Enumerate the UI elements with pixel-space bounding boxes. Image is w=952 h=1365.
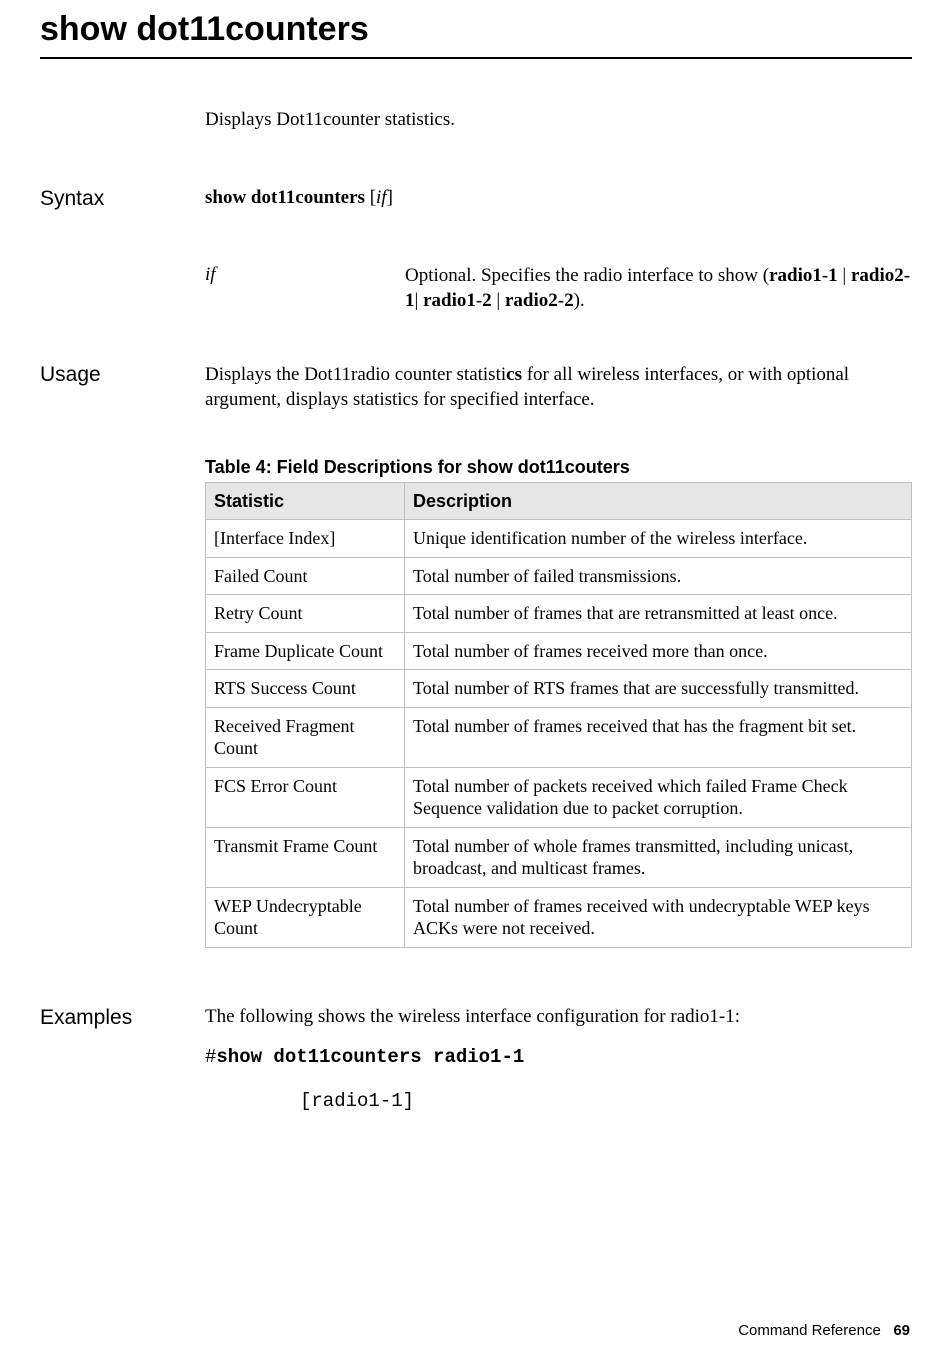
table-row: Transmit Frame CountTotal number of whol… (206, 827, 912, 887)
table-row: RTS Success CountTotal number of RTS fra… (206, 670, 912, 708)
usage-body: Displays the Dot11radio counter statisti… (205, 363, 912, 412)
table-row: FCS Error CountTotal number of packets r… (206, 767, 912, 827)
param-desc: Optional. Specifies the radio interface … (405, 264, 912, 313)
usage-label: Usage (40, 363, 205, 387)
stat-cell: FCS Error Count (206, 767, 405, 827)
desc-cell: Total number of frames received more tha… (405, 632, 912, 670)
desc-cell: Unique identification number of the wire… (405, 520, 912, 558)
stat-cell: Received Fragment Count (206, 707, 405, 767)
examples-intro: The following shows the wireless interfa… (205, 1006, 912, 1028)
param-sep1: | (838, 265, 851, 286)
param-opt3: radio1-2 (423, 290, 492, 311)
table-caption: Table 4: Field Descriptions for show dot… (205, 457, 912, 478)
desc-cell: Total number of packets received which f… (405, 767, 912, 827)
stat-cell: Retry Count (206, 595, 405, 633)
param-opt4: radio2-2 (505, 290, 574, 311)
usage-text-bold: cs (506, 364, 522, 385)
syntax-body: show dot11counters [if] if Optional. Spe… (205, 187, 912, 313)
field-descriptions-table: Statistic Description [Interface Index]U… (205, 482, 912, 948)
example-command: show dot11counters radio1-1 (216, 1046, 524, 1068)
table-header-row: Statistic Description (206, 482, 912, 520)
intro-text: Displays Dot11counter statistics. (205, 109, 912, 131)
table-row: Received Fragment CountTotal number of f… (206, 707, 912, 767)
syntax-command-line: show dot11counters [if] (205, 187, 912, 209)
syntax-section: Syntax show dot11counters [if] if Option… (40, 187, 912, 313)
title-rule (40, 57, 912, 59)
table-row: [Interface Index]Unique identification n… (206, 520, 912, 558)
syntax-bracket-close: ] (387, 187, 393, 208)
table-header-statistic: Statistic (206, 482, 405, 520)
param-opt1: radio1-1 (769, 265, 838, 286)
stat-cell: Frame Duplicate Count (206, 632, 405, 670)
desc-cell: Total number of frames that are retransm… (405, 595, 912, 633)
page-title: show dot11counters (40, 10, 912, 49)
param-desc-suffix: ). (574, 290, 585, 311)
syntax-command-bold: show dot11counters (205, 187, 365, 208)
stat-cell: Failed Count (206, 557, 405, 595)
param-name: if (205, 264, 405, 286)
table-header-description: Description (405, 482, 912, 520)
syntax-command-italic: if (376, 187, 387, 208)
usage-section: Usage Displays the Dot11radio counter st… (40, 363, 912, 412)
desc-cell: Total number of frames received with und… (405, 887, 912, 947)
syntax-bracket-open: [ (365, 187, 376, 208)
stat-cell: Transmit Frame Count (206, 827, 405, 887)
page: show dot11counters Displays Dot11counter… (0, 0, 952, 1365)
prompt-hash: # (205, 1046, 216, 1068)
stat-cell: [Interface Index] (206, 520, 405, 558)
page-footer: Command Reference 69 (738, 1322, 910, 1339)
example-output-line: [radio1-1] (300, 1090, 912, 1112)
table-row: Retry CountTotal number of frames that a… (206, 595, 912, 633)
param-sep2: | (415, 290, 424, 311)
examples-section: Examples The following shows the wireles… (40, 1006, 912, 1112)
example-command-line: #show dot11counters radio1-1 (205, 1046, 912, 1068)
param-desc-prefix: Optional. Specifies the radio interface … (405, 265, 769, 286)
stat-cell: RTS Success Count (206, 670, 405, 708)
usage-text-before: Displays the Dot11radio counter statisti (205, 364, 506, 385)
table-row: WEP Undecryptable CountTotal number of f… (206, 887, 912, 947)
desc-cell: Total number of RTS frames that are succ… (405, 670, 912, 708)
desc-cell: Total number of frames received that has… (405, 707, 912, 767)
examples-body: The following shows the wireless interfa… (205, 1006, 912, 1112)
syntax-param-row: if Optional. Specifies the radio interfa… (205, 264, 912, 313)
footer-page-number: 69 (893, 1322, 910, 1339)
param-sep3: | (492, 290, 505, 311)
syntax-label: Syntax (40, 187, 205, 211)
table-row: Failed CountTotal number of failed trans… (206, 557, 912, 595)
stat-cell: WEP Undecryptable Count (206, 887, 405, 947)
table-row: Frame Duplicate CountTotal number of fra… (206, 632, 912, 670)
examples-label: Examples (40, 1006, 205, 1030)
footer-text: Command Reference (738, 1322, 881, 1339)
desc-cell: Total number of whole frames transmitted… (405, 827, 912, 887)
desc-cell: Total number of failed transmissions. (405, 557, 912, 595)
